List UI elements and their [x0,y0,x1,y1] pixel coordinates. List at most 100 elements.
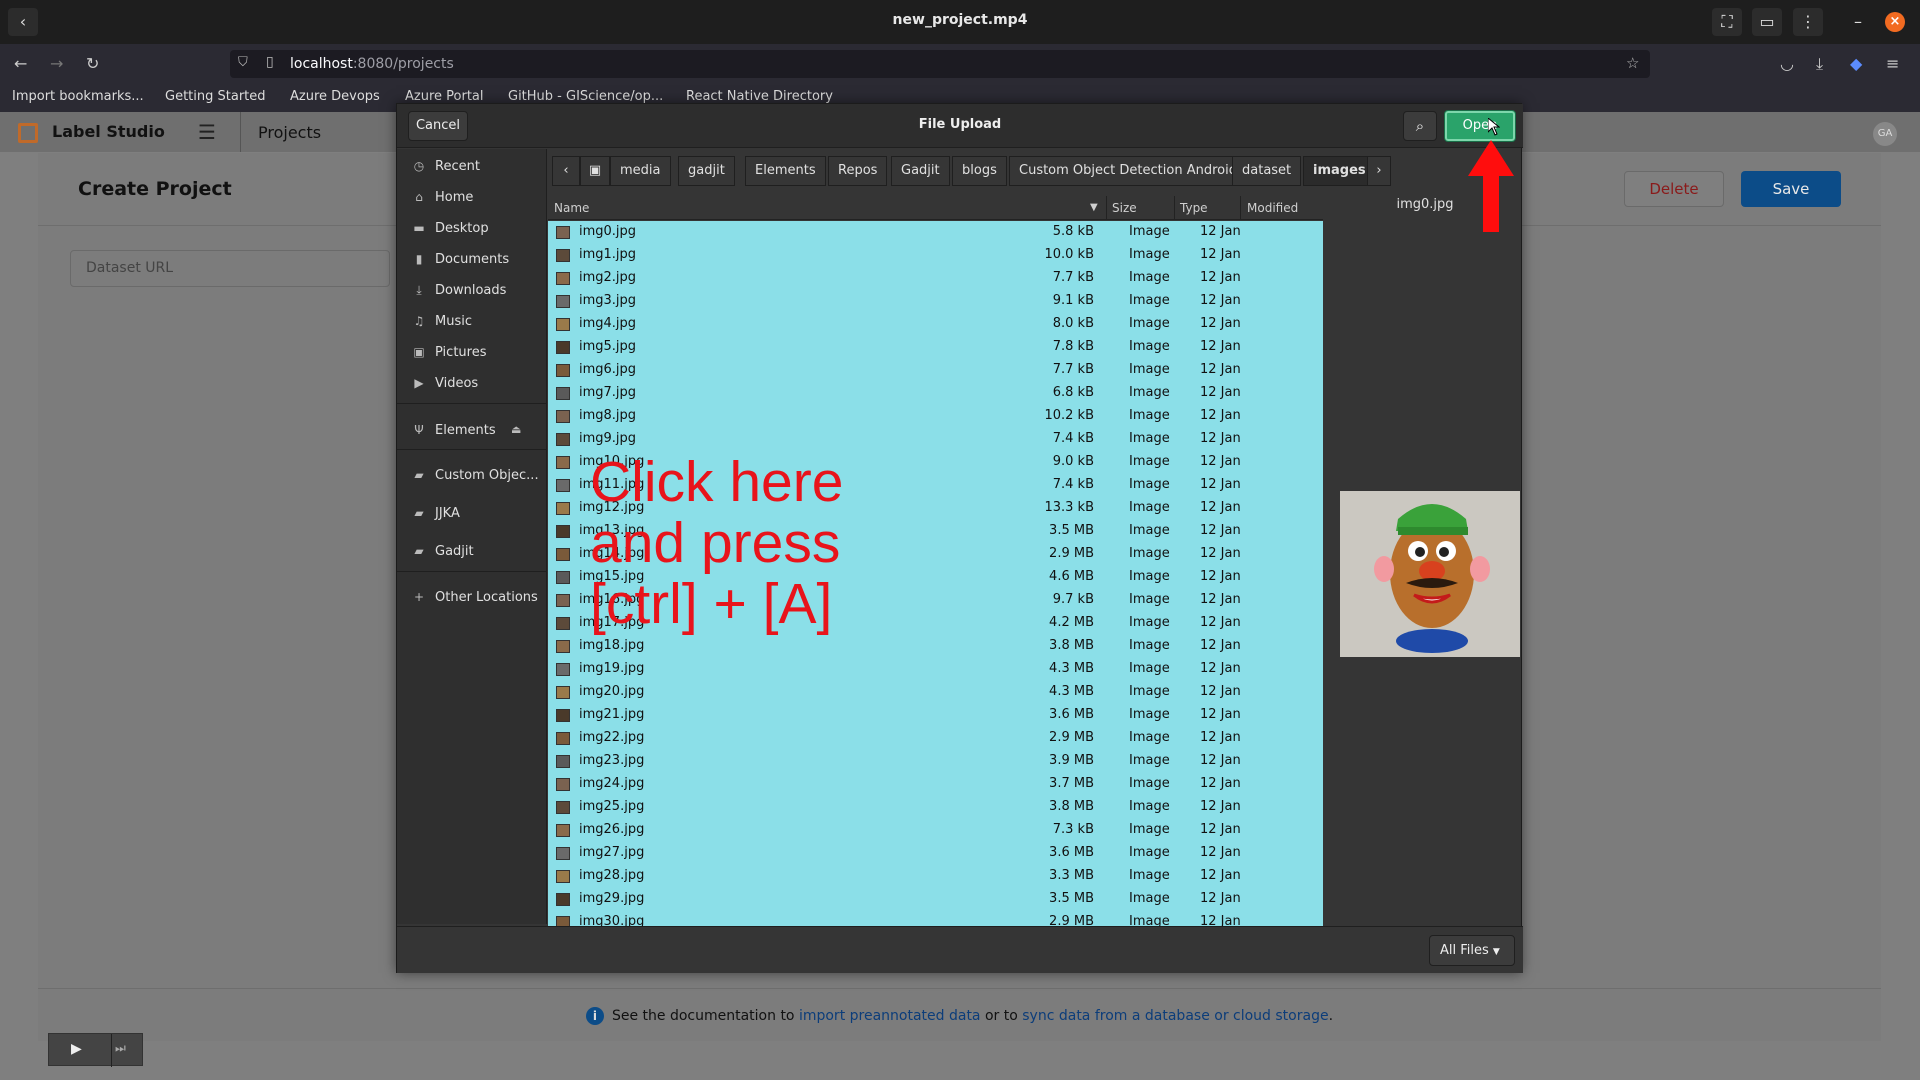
file-type: Image [1129,868,1170,883]
sidebar-item-gadjit[interactable]: ▰ Gadjit [397,537,547,567]
bookmark-react-native[interactable]: React Native Directory [686,89,833,104]
address-bar[interactable]: ⛉ ▯ localhost:8080/projects ☆ [230,50,1650,78]
file-row[interactable]: img19.jpg 4.3 MB Image 12 Jan [548,658,1323,681]
play-icon[interactable]: ▶ [71,1041,82,1057]
picture-in-picture-icon[interactable]: ▭ [1752,8,1782,36]
path-segment[interactable]: Custom Object Detection Android [1009,156,1247,186]
search-icon[interactable]: ⌕ [1403,111,1437,141]
sidebar-item-recent[interactable]: ◷ Recent [397,152,547,182]
path-segment-current[interactable]: images [1303,156,1376,186]
image-thumbnail-icon [556,341,570,354]
desktop-icon: ▬ [413,221,425,235]
file-size: 3.3 MB [1049,868,1094,883]
file-type: Image [1129,569,1170,584]
file-row[interactable]: img20.jpg 4.3 MB Image 12 Jan [548,681,1323,704]
path-segment[interactable]: Elements [745,156,826,186]
import-preannotated-link[interactable]: import preannotated data [799,1008,981,1024]
eject-icon[interactable]: ⏏ [511,423,521,436]
minimize-icon[interactable]: – [1843,8,1873,36]
sidebar-item-elements[interactable]: Ψ Elements ⏏ [397,416,547,446]
kebab-menu-icon[interactable]: ⋮ [1793,8,1823,36]
file-row[interactable]: img25.jpg 3.8 MB Image 12 Jan [548,796,1323,819]
file-list-header: Name ▼ Size Type Modified [548,196,1323,220]
hamburger-menu-icon[interactable]: ☰ [198,120,216,144]
file-size: 8.0 kB [1052,316,1094,331]
delete-button[interactable]: Delete [1624,171,1724,207]
extension-icon[interactable]: ◆ [1850,54,1862,73]
file-row[interactable]: img2.jpg 7.7 kB Image 12 Jan [548,267,1323,290]
path-segment[interactable]: blogs [952,156,1007,186]
file-row[interactable]: img18.jpg 3.8 MB Image 12 Jan [548,635,1323,658]
file-row[interactable]: img30.jpg 2.9 MB Image 12 Jan [548,911,1323,927]
file-row[interactable]: img21.jpg 3.6 MB Image 12 Jan [548,704,1323,727]
sidebar-item-jjka[interactable]: ▰ JJKA [397,499,547,529]
forward-arrow-icon[interactable]: → [50,54,63,73]
sidebar-item-downloads[interactable]: ⤓ Downloads [397,276,547,306]
sidebar-item-home[interactable]: ⌂ Home [397,183,547,213]
path-segment[interactable]: Repos [828,156,888,186]
save-button[interactable]: Save [1741,171,1841,207]
drive-icon[interactable]: ▣ [580,156,610,186]
column-size[interactable]: Size [1112,201,1137,215]
file-row[interactable]: img9.jpg 7.4 kB Image 12 Jan [548,428,1323,451]
bookmark-star-icon[interactable]: ☆ [1626,54,1639,72]
avatar[interactable]: GA [1873,122,1897,146]
open-button[interactable]: Open [1444,110,1516,142]
bookmark-import[interactable]: Import bookmarks... [12,89,144,104]
skip-forward-icon[interactable]: ⏭ [115,1041,126,1056]
back-arrow-icon[interactable]: ← [14,54,27,73]
file-row[interactable]: img8.jpg 10.2 kB Image 12 Jan [548,405,1323,428]
file-row[interactable]: img4.jpg 8.0 kB Image 12 Jan [548,313,1323,336]
close-icon[interactable]: × [1885,12,1905,32]
sidebar-item-pictures[interactable]: ▣ Pictures [397,338,547,368]
file-row[interactable]: img5.jpg 7.8 kB Image 12 Jan [548,336,1323,359]
column-modified[interactable]: Modified [1247,201,1298,215]
sidebar-item-custom-object[interactable]: ▰ Custom Objec... [397,461,547,491]
sidebar-item-documents[interactable]: ▮ Documents [397,245,547,275]
nav-projects[interactable]: Projects [258,123,321,142]
bookmark-azure-devops[interactable]: Azure Devops [290,89,380,104]
file-filter-dropdown[interactable]: All Files ▼ [1429,935,1515,966]
image-thumbnail-icon [556,778,570,791]
column-name[interactable]: Name [554,201,589,215]
shield-icon[interactable]: ⛉ [238,55,248,70]
path-segment[interactable]: dataset [1232,156,1302,186]
file-modified: 12 Jan [1200,247,1241,262]
file-row[interactable]: img1.jpg 10.0 kB Image 12 Jan [548,244,1323,267]
file-row[interactable]: img7.jpg 6.8 kB Image 12 Jan [548,382,1323,405]
fullscreen-icon[interactable]: ⛶ [1712,8,1742,36]
image-thumbnail-icon [556,732,570,745]
app-menu-icon[interactable]: ≡ [1886,54,1899,73]
sidebar-item-other-locations[interactable]: + Other Locations [397,583,547,613]
path-segment[interactable]: gadjit [678,156,735,186]
file-type: Image [1129,339,1170,354]
file-row[interactable]: img22.jpg 2.9 MB Image 12 Jan [548,727,1323,750]
path-scroll-left-icon[interactable]: ‹ [552,156,580,186]
path-segment[interactable]: media [610,156,671,186]
sidebar-item-music[interactable]: ♫ Music [397,307,547,337]
column-type[interactable]: Type [1180,201,1208,215]
file-size: 7.7 kB [1052,270,1094,285]
file-row[interactable]: img28.jpg 3.3 MB Image 12 Jan [548,865,1323,888]
file-row[interactable]: img26.jpg 7.3 kB Image 12 Jan [548,819,1323,842]
path-segment[interactable]: Gadjit [891,156,950,186]
sync-storage-link[interactable]: sync data from a database or cloud stora… [1022,1008,1328,1024]
file-row[interactable]: img23.jpg 3.9 MB Image 12 Jan [548,750,1323,773]
reload-icon[interactable]: ↻ [86,54,99,73]
file-row[interactable]: img27.jpg 3.6 MB Image 12 Jan [548,842,1323,865]
file-row[interactable]: img0.jpg 5.8 kB Image 12 Jan [548,221,1323,244]
bookmark-github[interactable]: GitHub - GIScience/op... [508,89,663,104]
file-row[interactable]: img6.jpg 7.7 kB Image 12 Jan [548,359,1323,382]
bookmark-getting-started[interactable]: Getting Started [165,89,266,104]
file-row[interactable]: img24.jpg 3.7 MB Image 12 Jan [548,773,1323,796]
path-scroll-right-icon[interactable]: › [1367,156,1391,186]
sidebar-item-videos[interactable]: ▶ Videos [397,369,547,399]
pocket-icon[interactable]: ◡ [1780,54,1794,73]
file-row[interactable]: img3.jpg 9.1 kB Image 12 Jan [548,290,1323,313]
bookmark-azure-portal[interactable]: Azure Portal [405,89,484,104]
sort-desc-icon[interactable]: ▼ [1090,202,1098,213]
sidebar-item-desktop[interactable]: ▬ Desktop [397,214,547,244]
file-row[interactable]: img29.jpg 3.5 MB Image 12 Jan [548,888,1323,911]
dataset-url-input[interactable]: Dataset URL [70,250,390,287]
downloads-icon[interactable]: ⤓ [1816,54,1823,74]
